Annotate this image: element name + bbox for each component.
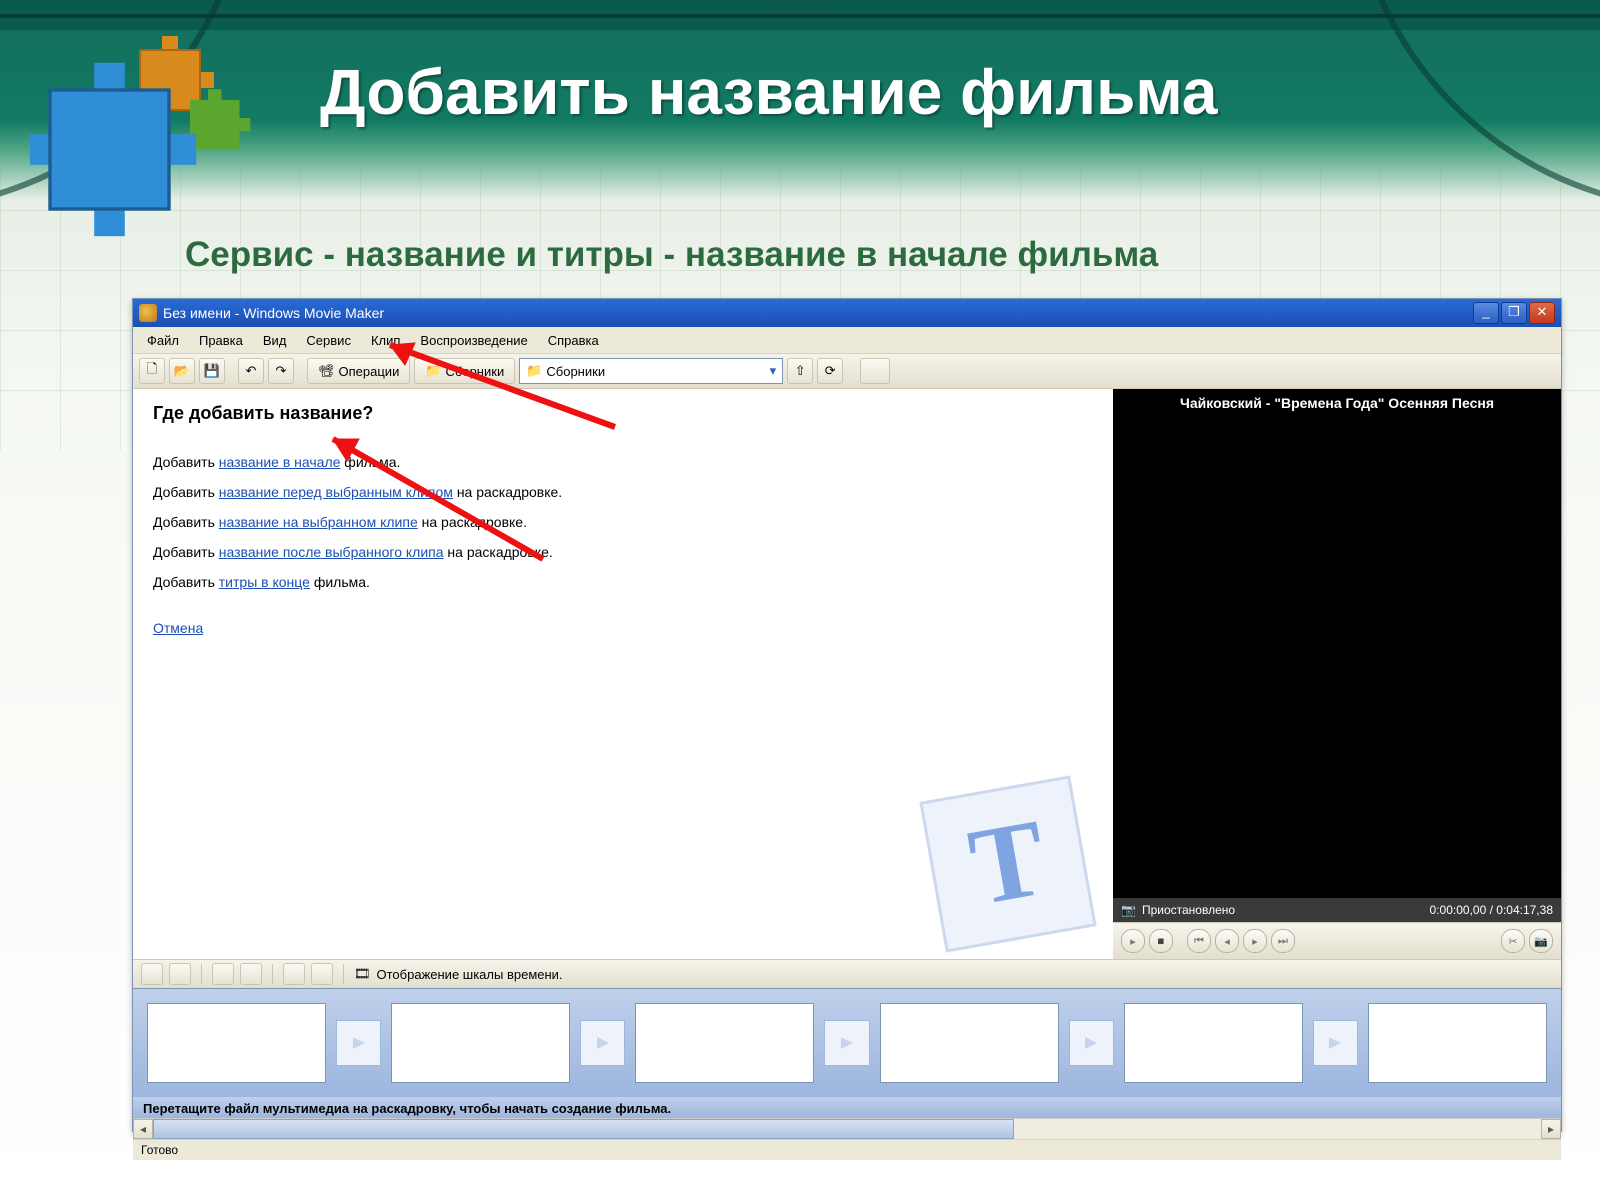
scroll-right-icon[interactable]: ▸ [1541,1119,1561,1139]
menu-edit[interactable]: Правка [189,333,253,348]
maximize-button[interactable]: ❐ [1501,302,1527,324]
app-icon [139,304,157,322]
view-mode-button[interactable] [860,358,890,384]
transition-slot[interactable] [1069,1020,1114,1066]
zoom-out-icon[interactable] [240,963,262,985]
menubar: Файл Правка Вид Сервис Клип Воспроизведе… [133,327,1561,354]
storyboard-slot[interactable] [1124,1003,1303,1083]
preview-status-bar: 📷 Приостановлено 0:00:00,00 / 0:04:17,38 [1113,898,1561,922]
scroll-thumb[interactable] [153,1119,1014,1139]
storyboard-slot[interactable] [880,1003,1059,1083]
menu-service[interactable]: Сервис [296,333,361,348]
rewind-icon[interactable] [283,963,305,985]
preview-title: Чайковский - "Времена Года" Осенняя Песн… [1113,389,1561,417]
link-title-begin[interactable]: название в начале [219,454,341,470]
refresh-icon[interactable]: ⟳ [817,358,843,384]
minimize-button[interactable]: _ [1473,302,1499,324]
collections-button[interactable]: 📁 Сборники [414,358,515,384]
link-credits-end[interactable]: титры в конце [219,574,310,590]
slide-subtitle: Сервис - название и титры - название в н… [185,235,1158,275]
link-before-clip[interactable]: название перед выбранным клипом [219,484,453,500]
storyboard[interactable] [133,988,1561,1097]
app-window: Без имени - Windows Movie Maker _ ❐ ✕ Фа… [132,298,1562,1132]
close-button[interactable]: ✕ [1529,302,1555,324]
scroll-left-icon[interactable]: ◂ [133,1119,153,1139]
transition-slot[interactable] [580,1020,625,1066]
svg-text:T: T [961,796,1054,929]
up-level-icon[interactable]: ⇧ [787,358,813,384]
cancel-link[interactable]: Отмена [153,620,203,636]
task-heading: Где добавить название? [153,403,1093,424]
play-timeline-icon[interactable] [311,963,333,985]
menu-play[interactable]: Воспроизведение [410,333,537,348]
title-watermark-icon: T [910,766,1107,959]
link-after-clip[interactable]: название после выбранного клипа [219,544,444,560]
menu-file[interactable]: Файл [137,333,189,348]
preview-video-area[interactable] [1113,417,1561,898]
operations-button[interactable]: 📽 Операции [307,358,410,384]
window-title: Без имени - Windows Movie Maker [163,305,384,321]
menu-help[interactable]: Справка [538,333,609,348]
storyboard-slot[interactable] [635,1003,814,1083]
storyboard-hint: Перетащите файл мультимедиа на раскадров… [133,1097,1561,1118]
transition-slot[interactable] [336,1020,381,1066]
storyboard-slot[interactable] [1368,1003,1547,1083]
preview-status-text: Приостановлено [1142,903,1235,917]
timeline-toolbar: 🎞 Отображение шкалы времени. [133,959,1561,988]
storyboard-slot[interactable] [147,1003,326,1083]
menu-view[interactable]: Вид [253,333,297,348]
open-icon[interactable]: 📂 [169,358,195,384]
new-icon[interactable]: 🗋 [139,358,165,384]
horizontal-scrollbar[interactable]: ◂ ▸ [133,1118,1561,1139]
chevron-down-icon: ▾ [770,363,777,379]
preview-pane: Чайковский - "Времена Года" Осенняя Песн… [1113,389,1561,959]
storyboard-view-icon[interactable] [141,963,163,985]
save-icon[interactable]: 💾 [199,358,225,384]
task-option-credits-end: Добавить титры в конце фильма. [153,574,1093,590]
task-option-before-clip: Добавить название перед выбранным клипом… [153,484,1093,500]
timeline-toolbar-label[interactable]: Отображение шкалы времени. [377,967,563,982]
preview-time: 0:00:00,00 / 0:04:17,38 [1430,903,1553,917]
titlebar[interactable]: Без имени - Windows Movie Maker _ ❐ ✕ [133,299,1561,327]
slide-title: Добавить название фильма [320,55,1218,129]
transition-slot[interactable] [824,1020,869,1066]
task-option-title-begin: Добавить название в начале фильма. [153,454,1093,470]
statusbar: Готово [133,1139,1561,1160]
zoom-in-icon[interactable] [212,963,234,985]
task-pane: Где добавить название? Добавить название… [133,389,1113,959]
redo-icon[interactable]: ↷ [268,358,294,384]
collections-combo[interactable]: 📁 Сборники ▾ [519,358,783,384]
task-option-on-clip: Добавить название на выбранном клипе на … [153,514,1093,530]
narrate-icon[interactable] [169,963,191,985]
task-option-after-clip: Добавить название после выбранного клипа… [153,544,1093,560]
preview-controls: ▸ ◾ ⏮ ◂ ▸ ⏭ ✂ 📷 [1113,922,1561,959]
transition-slot[interactable] [1313,1020,1358,1066]
link-on-clip[interactable]: название на выбранном клипе [219,514,418,530]
undo-icon[interactable]: ↶ [238,358,264,384]
menu-clip[interactable]: Клип [361,333,410,348]
storyboard-slot[interactable] [391,1003,570,1083]
toolbar: 🗋 📂 💾 ↶ ↷ 📽 Операции 📁 Сборники 📁 Сборни… [133,354,1561,389]
